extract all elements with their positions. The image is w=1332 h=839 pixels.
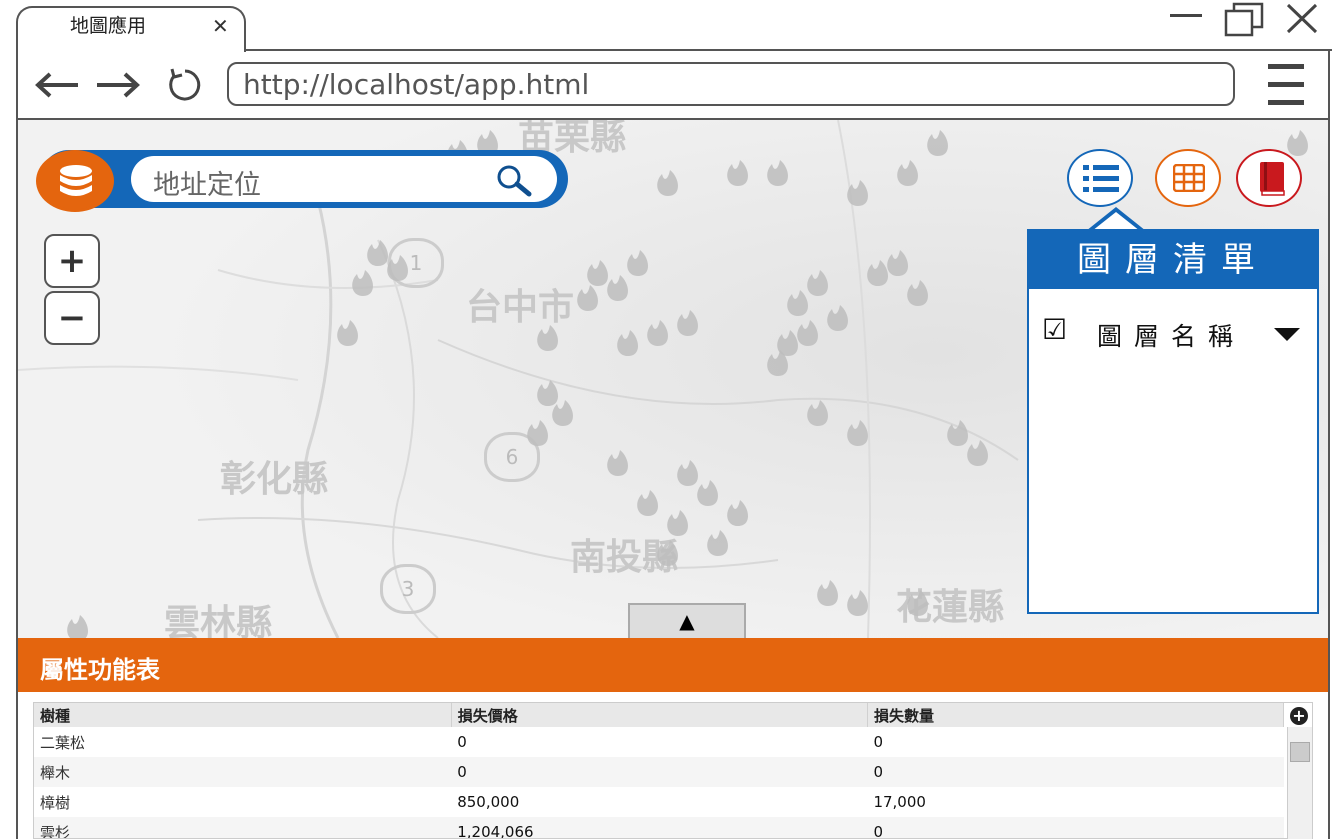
- fire-marker-icon[interactable]: [367, 240, 388, 266]
- table-icon: [1173, 164, 1205, 192]
- data-source-button[interactable]: [36, 150, 114, 212]
- table-toggle-button[interactable]: ▲: [628, 603, 746, 638]
- layer-panel-title: 圖層清單: [1029, 231, 1317, 289]
- fire-marker-icon[interactable]: [552, 400, 573, 426]
- table-row[interactable]: 樟樹 850,000 17,000: [34, 787, 1284, 817]
- layer-name-label: 圖層名稱: [1097, 322, 1246, 351]
- cell-loss-price: 850,000: [457, 793, 520, 811]
- scrollbar-thumb[interactable]: [1290, 742, 1310, 762]
- cell-species: 二葉松: [40, 733, 86, 752]
- cell-species: 樟樹: [40, 793, 71, 812]
- book-icon: [1260, 162, 1285, 196]
- minimize-button[interactable]: [1170, 14, 1202, 17]
- column-header[interactable]: 損失數量: [867, 703, 1285, 727]
- window-close-button[interactable]: [1285, 2, 1321, 36]
- table-row[interactable]: 櫸木 0 0: [34, 757, 1284, 787]
- fire-marker-icon[interactable]: [887, 250, 908, 276]
- fire-marker-icon[interactable]: [787, 290, 808, 316]
- back-arrow-icon[interactable]: [34, 72, 80, 98]
- window-frame-right: [1328, 50, 1330, 839]
- menu-hamburger-icon[interactable]: [1266, 62, 1306, 108]
- attribute-table-header: [18, 638, 1328, 692]
- fire-marker-icon[interactable]: [657, 170, 678, 196]
- fire-marker-icon[interactable]: [627, 250, 648, 276]
- cell-loss-quantity: 0: [867, 817, 1284, 838]
- fire-marker-icon[interactable]: [637, 490, 658, 516]
- fire-marker-icon[interactable]: [677, 460, 698, 486]
- fire-marker-icon[interactable]: [607, 275, 628, 301]
- cell-species: 櫸木: [34, 757, 452, 787]
- fire-marker-icon[interactable]: [907, 590, 928, 616]
- fire-marker-icon[interactable]: [337, 320, 358, 346]
- fire-marker-icon[interactable]: [657, 540, 678, 566]
- data-grid: 樹種 損失價格 損失數量 二葉松 0 0 櫸木 0 0 樟樹 850,000 1…: [34, 703, 1285, 838]
- search-icon[interactable]: [495, 164, 535, 198]
- fire-marker-icon[interactable]: [607, 450, 628, 476]
- fire-marker-icon[interactable]: [587, 260, 608, 286]
- fire-marker-icon[interactable]: [847, 180, 868, 206]
- reload-icon[interactable]: [166, 66, 204, 104]
- fire-marker-icon[interactable]: [847, 590, 868, 616]
- fire-marker-icon[interactable]: [727, 160, 748, 186]
- fire-marker-icon[interactable]: [727, 500, 748, 526]
- tab-close-button[interactable]: ✕: [212, 16, 229, 36]
- fire-marker-icon[interactable]: [967, 440, 988, 466]
- fire-marker-icon[interactable]: [67, 615, 88, 638]
- cell-species: 雲杉: [34, 817, 452, 838]
- fire-marker-icon[interactable]: [897, 160, 918, 186]
- list-icon: [1083, 165, 1119, 192]
- search-placeholder: 地址定位: [153, 170, 261, 201]
- fire-marker-icon[interactable]: [907, 280, 928, 306]
- fire-marker-icon[interactable]: [667, 510, 688, 536]
- fire-marker-icon[interactable]: [827, 305, 848, 331]
- fire-marker-icon[interactable]: [647, 320, 668, 346]
- fire-marker-icon[interactable]: [577, 285, 598, 311]
- cell-loss-quantity: 0: [873, 733, 883, 751]
- fire-marker-icon[interactable]: [927, 130, 948, 156]
- add-column-icon[interactable]: +: [1290, 707, 1308, 725]
- fire-marker-icon[interactable]: [697, 480, 718, 506]
- fire-marker-icon[interactable]: [527, 420, 548, 446]
- cell-loss-quantity: 17,000: [873, 793, 926, 811]
- cell-loss-price: 1,204,066: [451, 817, 868, 838]
- table-row[interactable]: 雲杉 1,204,066 0: [34, 817, 1284, 838]
- zoom-in-button[interactable]: +: [44, 234, 100, 288]
- url-text: http://localhost/app.html: [243, 68, 590, 101]
- fire-marker-icon[interactable]: [767, 160, 788, 186]
- fire-marker-icon[interactable]: [807, 400, 828, 426]
- fire-marker-icon[interactable]: [352, 270, 373, 296]
- column-header[interactable]: 損失價格: [451, 703, 868, 727]
- layer-visibility-checkbox[interactable]: ☑: [1042, 313, 1067, 346]
- cell-loss-quantity: 0: [867, 757, 1284, 787]
- zoom-out-button[interactable]: −: [44, 291, 100, 345]
- fire-marker-icon[interactable]: [707, 530, 728, 556]
- table-row[interactable]: 二葉松 0 0: [34, 727, 1284, 757]
- attribute-table-title: 屬性功能表: [40, 656, 160, 684]
- fire-marker-icon[interactable]: [537, 325, 558, 351]
- layer-dropdown-icon[interactable]: [1274, 328, 1300, 341]
- legend-book-button[interactable]: [1236, 149, 1302, 207]
- tab-title: 地圖應用: [70, 15, 147, 37]
- fire-marker-icon[interactable]: [797, 320, 818, 346]
- fire-marker-icon[interactable]: [537, 380, 558, 406]
- fire-marker-icon[interactable]: [867, 260, 888, 286]
- attribute-table-button[interactable]: [1155, 149, 1221, 207]
- cell-loss-price: 0: [451, 757, 868, 787]
- tab-strip-divider: [246, 49, 1332, 51]
- forward-arrow-icon[interactable]: [95, 72, 141, 98]
- layer-list-button[interactable]: [1067, 149, 1133, 207]
- maximize-button[interactable]: [1222, 2, 1268, 38]
- fire-marker-icon[interactable]: [947, 420, 968, 446]
- fire-marker-icon[interactable]: [847, 420, 868, 446]
- column-header[interactable]: 樹種: [34, 703, 452, 727]
- attribute-table: 樹種 損失價格 損失數量 二葉松 0 0 櫸木 0 0 樟樹 850,000 1…: [33, 702, 1313, 839]
- fire-marker-icon[interactable]: [1287, 130, 1308, 156]
- fire-marker-icon[interactable]: [617, 330, 638, 356]
- fire-marker-icon[interactable]: [677, 310, 698, 336]
- database-icon: [60, 165, 92, 196]
- fire-marker-icon[interactable]: [817, 580, 838, 606]
- cell-loss-price: 0: [457, 733, 467, 751]
- fire-marker-icon[interactable]: [807, 270, 828, 296]
- fire-marker-icon[interactable]: [387, 255, 408, 281]
